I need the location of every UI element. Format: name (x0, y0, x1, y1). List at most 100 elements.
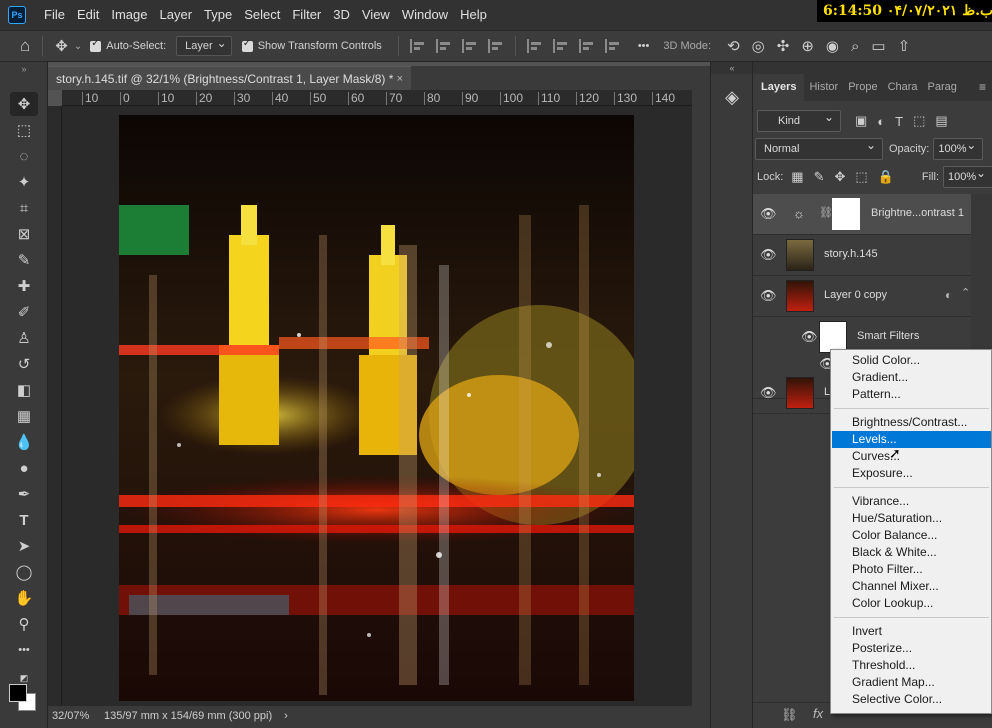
opacity-field[interactable]: 100% (933, 135, 984, 160)
menu-filter[interactable]: Filter (286, 0, 327, 30)
smart-filters-label[interactable]: Smart Filters (857, 330, 919, 342)
align-bottom-icon[interactable] (578, 39, 595, 53)
filter-adjustment-icon[interactable]: ◐ (877, 114, 885, 129)
layer-row[interactable]: 👁 Layer 0 copy ◐ ⌃ (753, 276, 971, 317)
show-transform-controls-checkbox[interactable]: Show Transform Controls (241, 38, 382, 52)
home-icon[interactable]: ⌂ (20, 36, 30, 56)
align-center-icon[interactable] (435, 39, 452, 53)
menu-edit[interactable]: Edit (71, 0, 105, 30)
layer-row[interactable]: 👁 ☼ ⛓ Brightne...ontrast 1 (753, 194, 971, 235)
clone-stamp-tool-icon[interactable]: ♙ (10, 326, 38, 350)
menu-select[interactable]: Select (238, 0, 286, 30)
layer-name[interactable]: story.h.145 (824, 248, 878, 260)
eyedropper-tool-icon[interactable]: ✎ (10, 248, 38, 272)
fx-icon[interactable]: fx (813, 706, 823, 721)
type-tool-icon[interactable]: T (10, 508, 38, 532)
foreground-color-swatch[interactable] (9, 684, 27, 702)
search-icon[interactable]: ⌕ (851, 38, 859, 55)
chevron-down-icon[interactable]: ⌄ (74, 41, 82, 52)
layer-row[interactable]: 👁 story.h.145 (753, 235, 971, 276)
align-right-icon[interactable] (461, 39, 478, 53)
tab-layers[interactable]: Layers (753, 74, 805, 101)
filter-kind-dropdown[interactable]: Kind (757, 107, 841, 132)
lock-position-icon[interactable]: ✥ (835, 169, 846, 185)
frame-tool-icon[interactable]: ⊠ (10, 222, 38, 246)
menu-item-hue-saturation[interactable]: Hue/Saturation... (832, 510, 991, 527)
menu-item-color-balance[interactable]: Color Balance... (832, 527, 991, 544)
magic-wand-tool-icon[interactable]: ✦ (10, 170, 38, 194)
lock-all-icon[interactable]: 🔒 (878, 169, 894, 185)
lock-artboard-icon[interactable]: ⬚ (855, 169, 867, 185)
menu-item-levels[interactable]: Levels... (832, 431, 991, 448)
smart-filter-icon[interactable]: ◐ (945, 288, 952, 302)
tab-character[interactable]: Chara (883, 74, 923, 101)
dodge-tool-icon[interactable]: ● (10, 456, 38, 480)
visibility-eye-icon[interactable]: 👁 (760, 385, 777, 401)
expand-icon[interactable]: « (711, 62, 753, 74)
auto-select-checkbox[interactable]: Auto-Select: (90, 38, 166, 52)
healing-brush-tool-icon[interactable]: ✚ (10, 274, 38, 298)
menu-window[interactable]: Window (396, 0, 454, 30)
auto-select-target-dropdown[interactable]: Layer (176, 34, 232, 56)
document-image[interactable] (119, 115, 634, 701)
3d-pan-icon[interactable]: ✣ (777, 37, 790, 55)
distribute-horizontal-icon[interactable] (604, 39, 621, 53)
gradient-tool-icon[interactable]: ▦ (10, 404, 38, 428)
panel-menu-icon[interactable]: ≡ (979, 80, 986, 94)
close-icon[interactable]: × (397, 67, 403, 91)
menu-item-pattern[interactable]: Pattern... (832, 386, 991, 403)
marquee-tool-icon[interactable]: ⬚ (10, 118, 38, 142)
brush-tool-icon[interactable]: ✐ (10, 300, 38, 324)
zoom-level[interactable]: 32/07% (52, 706, 100, 728)
menu-image[interactable]: Image (105, 0, 153, 30)
menu-item-solid-color[interactable]: Solid Color... (832, 352, 991, 369)
visibility-eye-icon[interactable]: 👁 (760, 247, 777, 263)
menu-item-brightness-contrast[interactable]: Brightness/Contrast... (832, 414, 991, 431)
menu-help[interactable]: Help (454, 0, 493, 30)
layer-name[interactable]: Layer 0 copy (824, 289, 887, 301)
move-tool-icon[interactable]: ✥ (55, 37, 68, 55)
chevron-up-icon[interactable]: ⌃ (961, 286, 970, 299)
share-icon[interactable]: ⇧ (898, 37, 911, 55)
menu-file[interactable]: File (38, 0, 71, 30)
3d-scale-icon[interactable]: ◉ (826, 37, 839, 55)
filter-smart-object-icon[interactable]: ▤ (935, 113, 947, 129)
visibility-eye-icon[interactable]: 👁 (760, 288, 777, 304)
menu-item-exposure[interactable]: Exposure... (832, 465, 991, 482)
vertical-scrollbar[interactable] (692, 90, 710, 706)
history-brush-tool-icon[interactable]: ↺ (10, 352, 38, 376)
align-top-icon[interactable] (526, 39, 543, 53)
photoshop-logo[interactable]: Ps (8, 6, 26, 24)
blur-tool-icon[interactable]: 💧 (10, 430, 38, 454)
visibility-eye-icon[interactable]: 👁 (801, 329, 818, 345)
menu-item-threshold[interactable]: Threshold... (832, 657, 991, 674)
collapse-icon[interactable]: » (10, 64, 38, 74)
eraser-tool-icon[interactable]: ◧ (10, 378, 38, 402)
move-tool-icon[interactable]: ✥ (10, 92, 38, 116)
blend-mode-dropdown[interactable]: Normal (755, 135, 883, 160)
menu-3d[interactable]: 3D (327, 0, 356, 30)
3d-orbit-icon[interactable]: ⟲ (727, 37, 740, 55)
menu-item-posterize[interactable]: Posterize... (832, 640, 991, 657)
link-icon[interactable]: ⛓ (819, 206, 833, 219)
crop-tool-icon[interactable]: ⌗ (10, 196, 38, 220)
filter-shape-icon[interactable]: ⬚ (913, 113, 925, 129)
link-layers-icon[interactable]: ⛓ (781, 707, 798, 723)
menu-item-invert[interactable]: Invert (832, 623, 991, 640)
path-selection-tool-icon[interactable]: ➤ (10, 534, 38, 558)
menu-item-curves[interactable]: Curves... (832, 448, 991, 465)
fill-field[interactable]: 100% (943, 163, 992, 188)
menu-item-color-lookup[interactable]: Color Lookup... (832, 595, 991, 612)
menu-item-gradient-map[interactable]: Gradient Map... (832, 674, 991, 691)
menu-item-photo-filter[interactable]: Photo Filter... (832, 561, 991, 578)
document-tab[interactable]: story.h.145.tif @ 32/1% (Brightness/Cont… (48, 66, 411, 90)
status-arrow-icon[interactable]: › (284, 706, 288, 728)
visibility-eye-icon[interactable]: 👁 (760, 206, 777, 222)
layer-mask-thumbnail[interactable] (832, 198, 860, 230)
menu-item-selective-color[interactable]: Selective Color... (832, 691, 991, 708)
tab-properties[interactable]: Prope (843, 74, 882, 101)
pen-tool-icon[interactable]: ✒ (10, 482, 38, 506)
filter-type-icon[interactable]: T (895, 114, 903, 129)
menu-item-vibrance[interactable]: Vibrance... (832, 493, 991, 510)
workspace-icon[interactable]: ▭ (871, 37, 885, 55)
